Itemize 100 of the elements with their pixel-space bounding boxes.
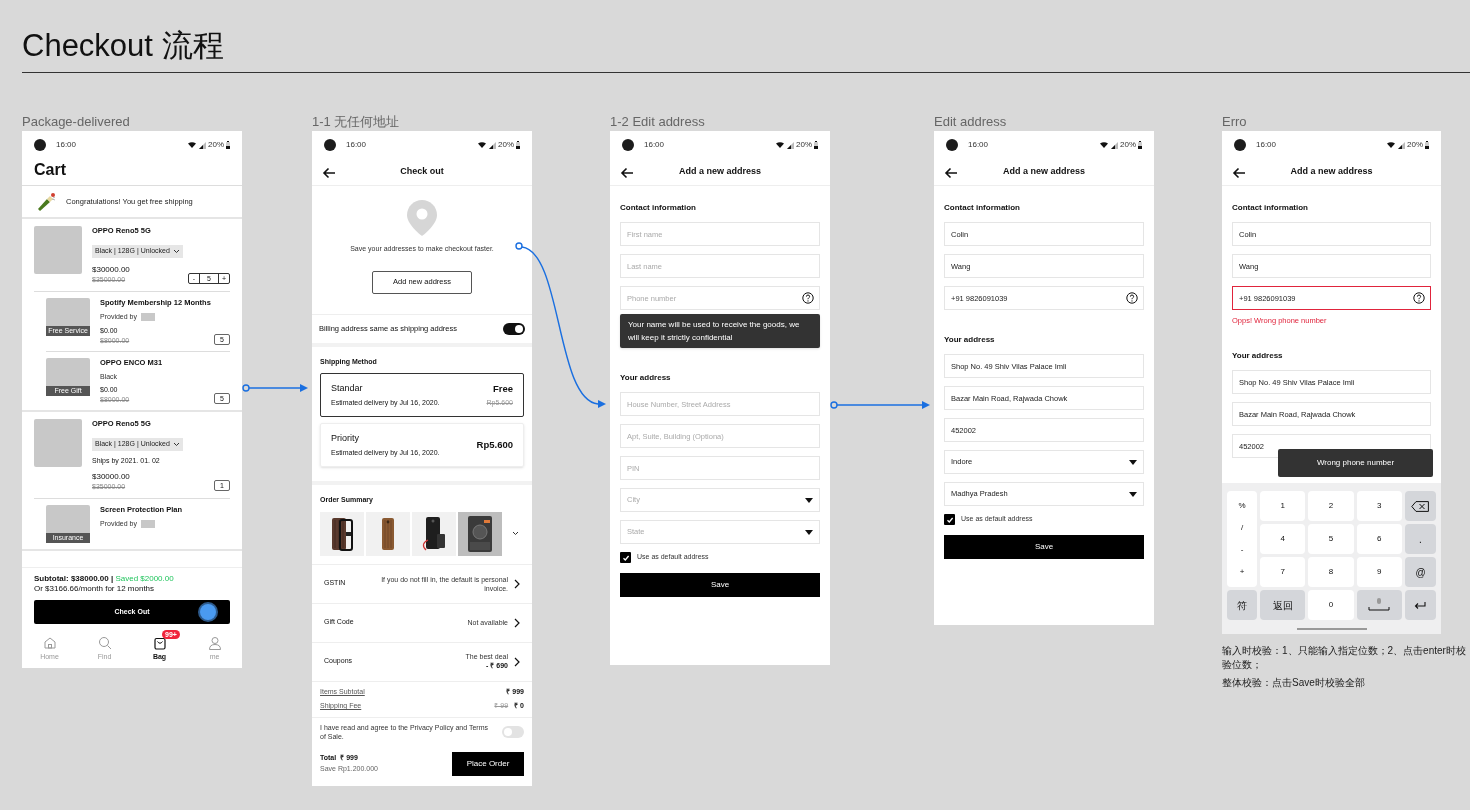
screen-title: Add a new address	[1003, 165, 1085, 179]
note-text: 输入时校验：1、只能输入指定位数；2、点击enter时校验位数；	[1222, 644, 1467, 672]
chevron-down-icon	[172, 441, 180, 447]
toast-message: Wrong phone number	[1278, 449, 1433, 477]
wifi-icon	[776, 142, 784, 148]
frame-label: 1-1 无任何地址	[312, 113, 401, 131]
person-icon	[207, 635, 222, 650]
wifi-icon	[1100, 142, 1108, 148]
frame-label: 1-2 Edit address	[610, 113, 706, 131]
chevron-right-icon[interactable]	[514, 656, 520, 667]
help-icon[interactable]	[1126, 292, 1138, 304]
toggle-switch[interactable]	[503, 322, 525, 335]
space-key[interactable]	[1356, 590, 1402, 620]
location-pin-icon	[407, 200, 437, 236]
chevron-down-icon	[172, 248, 180, 254]
page-title: Checkout 流程	[22, 27, 224, 65]
battery-icon	[226, 141, 230, 149]
caret-icon	[1129, 459, 1137, 465]
note-text: 整体校验：点击Save时校验全部	[1222, 676, 1366, 690]
section-heading: Contact information	[944, 202, 1021, 214]
signal-icon	[1398, 141, 1405, 149]
wifi-icon	[1387, 142, 1395, 148]
section-heading: Contact information	[1232, 202, 1309, 214]
help-icon[interactable]	[1413, 292, 1425, 304]
price-text: $30000.00	[92, 471, 130, 482]
signal-icon	[489, 141, 496, 149]
help-icon[interactable]	[802, 292, 814, 304]
back-arrow-icon[interactable]	[944, 167, 958, 179]
battery-icon	[516, 141, 520, 149]
tooltip: Your name will be used to receive the goods, we will keep it strictly confidential	[620, 314, 820, 348]
key[interactable]: 6	[1356, 524, 1402, 554]
option-price: Free	[492, 381, 513, 396]
screen-title: Add a new address	[679, 165, 761, 179]
back-arrow-icon[interactable]	[322, 167, 336, 179]
frame-label: Package-delivered	[22, 113, 131, 131]
key[interactable]: 4	[1260, 524, 1306, 554]
battery-percent: 20%	[1120, 139, 1136, 151]
screen-title: Check out	[400, 165, 444, 179]
toggle-switch[interactable]	[502, 726, 524, 738]
search-icon	[97, 635, 112, 650]
flow-arrow	[242, 384, 308, 392]
subtotal-text: Subtotal: $38000.00 |	[34, 574, 114, 583]
checkbox[interactable]	[620, 552, 631, 563]
chevron-right-icon[interactable]	[514, 578, 520, 589]
key[interactable]: 8	[1308, 557, 1354, 587]
frame-label: Edit address	[934, 113, 1008, 131]
key[interactable]: 9	[1356, 557, 1402, 587]
back-arrow-icon[interactable]	[1232, 167, 1246, 179]
battery-icon	[1138, 141, 1142, 149]
battery-icon	[1425, 141, 1429, 149]
key[interactable]: @	[1405, 557, 1436, 587]
key[interactable]: 5	[1308, 524, 1354, 554]
status-time: 16:00	[346, 139, 367, 151]
signal-icon	[199, 141, 206, 149]
screen-title: Cart	[22, 159, 242, 186]
battery-percent: 20%	[1407, 139, 1423, 151]
champagne-bottle-icon	[36, 190, 58, 213]
battery-percent: 20%	[498, 139, 514, 151]
option-price: Rp5.600	[476, 437, 513, 452]
option-name: Standar	[331, 382, 364, 395]
backspace-key[interactable]	[1405, 491, 1436, 521]
key[interactable]: 0	[1308, 590, 1354, 620]
chevron-down-icon[interactable]	[512, 531, 519, 536]
saved-amount-text: Saved $2000.00	[115, 574, 174, 583]
save-button[interactable]: Save	[944, 535, 1144, 559]
key[interactable]: 1	[1260, 491, 1306, 521]
signal-icon	[1111, 141, 1118, 149]
caret-icon	[805, 529, 813, 535]
key[interactable]: 符	[1227, 590, 1257, 620]
section-heading: Your address	[620, 372, 672, 384]
price-text: $30000.00	[92, 265, 130, 275]
enter-icon	[1414, 600, 1427, 610]
product-image-placeholder	[34, 226, 82, 274]
key[interactable]: .	[1405, 524, 1436, 554]
section-heading: Your address	[944, 334, 996, 346]
enter-key[interactable]	[1405, 590, 1436, 620]
status-time: 16:00	[1256, 139, 1277, 151]
monthly-price-text: Or $3166.66/month for 12 months	[34, 584, 156, 594]
bag-icon	[152, 635, 167, 650]
place-order-button[interactable]: Place Order	[452, 751, 524, 776]
checkbox[interactable]	[944, 514, 955, 525]
back-arrow-icon[interactable]	[620, 167, 634, 179]
caret-icon	[805, 497, 813, 503]
status-time: 16:00	[644, 139, 665, 151]
product-image-placeholder	[34, 419, 82, 467]
save-button[interactable]: Save	[620, 573, 820, 597]
caret-icon	[1129, 491, 1137, 497]
microphone-space-icon	[1367, 598, 1392, 612]
signal-icon	[787, 141, 794, 149]
key[interactable]: 3	[1356, 491, 1402, 521]
key[interactable]: 7	[1260, 557, 1306, 587]
key[interactable]: 返回	[1260, 590, 1306, 620]
touch-point-icon	[200, 604, 216, 620]
battery-percent: 20%	[796, 139, 812, 151]
section-heading: Your address	[1232, 350, 1284, 363]
key[interactable]: 2	[1308, 491, 1354, 521]
status-time: 16:00	[56, 139, 77, 151]
home-icon	[42, 635, 57, 650]
symbol-key[interactable]: % / - +	[1227, 491, 1257, 587]
chevron-right-icon[interactable]	[514, 617, 520, 628]
